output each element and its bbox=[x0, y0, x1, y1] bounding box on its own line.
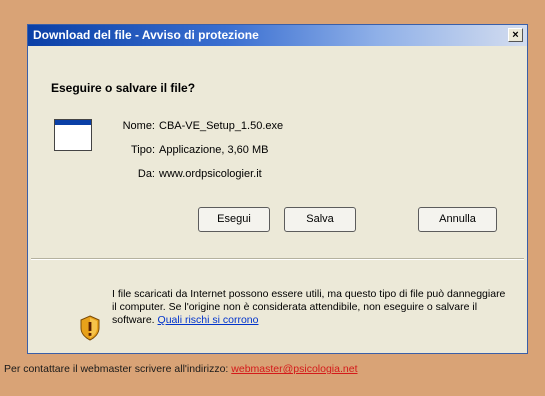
dialog-titlebar[interactable]: Download del file - Avviso di protezione… bbox=[28, 25, 527, 46]
field-value-source: www.ordpsicologier.it bbox=[159, 168, 262, 180]
application-file-icon bbox=[54, 119, 92, 151]
download-dialog: Download del file - Avviso di protezione… bbox=[27, 24, 528, 354]
security-shield-icon bbox=[80, 315, 100, 341]
footer-text: Per contattare il webmaster scrivere all… bbox=[4, 363, 229, 375]
webmaster-email-link[interactable]: webmaster@psicologia.net bbox=[231, 363, 357, 375]
page-footer: Per contattare il webmaster scrivere all… bbox=[4, 363, 358, 375]
security-warning: I file scaricati da Internet possono ess… bbox=[112, 288, 512, 327]
dialog-question: Eseguire o salvare il file? bbox=[51, 81, 196, 95]
run-button[interactable]: Esegui bbox=[198, 207, 270, 232]
close-button[interactable]: × bbox=[508, 28, 523, 42]
cancel-button[interactable]: Annulla bbox=[418, 207, 497, 232]
file-icon-titlebar bbox=[55, 120, 91, 125]
field-label-source: Da: bbox=[137, 168, 155, 180]
dialog-separator bbox=[31, 258, 524, 260]
field-value-name: CBA-VE_Setup_1.50.exe bbox=[159, 120, 284, 132]
field-label-name: Nome: bbox=[122, 120, 155, 132]
save-button[interactable]: Salva bbox=[284, 207, 356, 232]
dialog-title: Download del file - Avviso di protezione bbox=[33, 28, 259, 42]
risks-link[interactable]: Quali rischi si corrono bbox=[158, 314, 259, 326]
close-icon: × bbox=[512, 29, 519, 41]
field-value-type: Applicazione, 3,60 MB bbox=[159, 144, 269, 156]
field-label-type: Tipo: bbox=[130, 144, 155, 156]
